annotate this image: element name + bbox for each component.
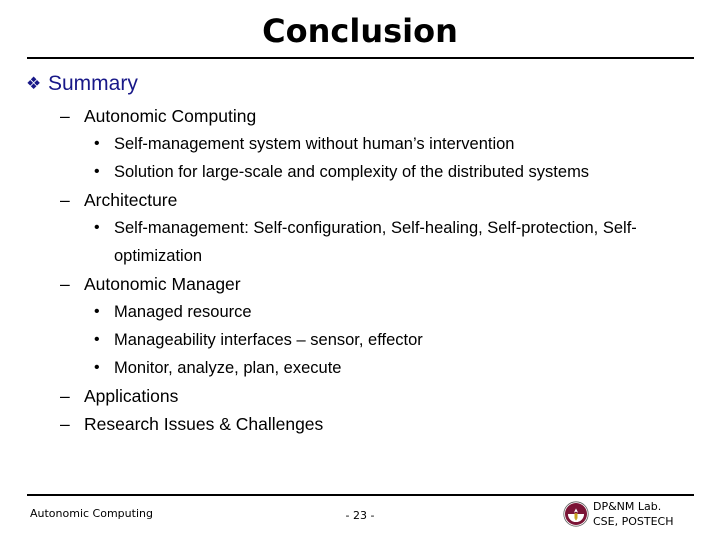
dot-bullet-icon: • xyxy=(94,163,100,180)
list-item: • Manageability interfaces – sensor, eff… xyxy=(26,326,698,354)
list-item-label: Solution for large-scale and complexity … xyxy=(114,163,590,181)
list-item-label: Architecture xyxy=(84,190,178,210)
slide-body: ❖ Summary – Autonomic Computing • Self-m… xyxy=(26,70,698,438)
dash-bullet-icon: – xyxy=(60,414,70,434)
dot-bullet-icon: • xyxy=(94,219,100,236)
list-item-label: Autonomic Computing xyxy=(84,106,257,126)
list-item: • Monitor, analyze, plan, execute xyxy=(26,354,698,382)
list-item-label: Applications xyxy=(84,386,179,406)
list-item-label: Autonomic Manager xyxy=(84,274,241,294)
list-item: – Autonomic Computing xyxy=(26,102,698,130)
dot-bullet-icon: • xyxy=(94,331,100,348)
list-item-label: Monitor, analyze, plan, execute xyxy=(114,359,342,377)
list-item-label: Research Issues & Challenges xyxy=(84,414,324,434)
footer-lab-info: DP&NM Lab. CSE, POSTECH xyxy=(563,499,703,529)
list-item-label: Self-management system without human’s i… xyxy=(114,135,515,153)
dot-bullet-icon: • xyxy=(94,303,100,320)
list-item: – Architecture xyxy=(26,186,698,214)
list-item-label: Managed resource xyxy=(114,303,252,321)
lab-line-2: CSE, POSTECH xyxy=(593,515,674,528)
outline-heading-label: Summary xyxy=(48,72,138,95)
list-item: • Self-management system without human’s… xyxy=(26,130,698,158)
postech-seal-icon xyxy=(563,501,589,527)
list-item: • Solution for large-scale and complexit… xyxy=(26,158,698,186)
diamond-bullet-icon: ❖ xyxy=(26,74,42,93)
page-title: Conclusion xyxy=(262,12,458,50)
outline-heading: ❖ Summary xyxy=(26,70,698,98)
footer-divider xyxy=(27,494,694,496)
dot-bullet-icon: • xyxy=(94,359,100,376)
list-item: • Managed resource xyxy=(26,298,698,326)
list-item: • Self-management: Self-configuration, S… xyxy=(26,214,698,270)
dash-bullet-icon: – xyxy=(60,274,70,294)
list-item: – Research Issues & Challenges xyxy=(26,410,698,438)
lab-line-1: DP&NM Lab. xyxy=(593,500,662,513)
dash-bullet-icon: – xyxy=(60,190,70,210)
title-divider xyxy=(27,57,694,59)
list-item: – Autonomic Manager xyxy=(26,270,698,298)
list-item-label: Self-management: Self-configuration, Sel… xyxy=(114,219,637,265)
list-item: – Applications xyxy=(26,382,698,410)
dash-bullet-icon: – xyxy=(60,386,70,406)
dot-bullet-icon: • xyxy=(94,135,100,152)
dash-bullet-icon: – xyxy=(60,106,70,126)
lab-name-block: DP&NM Lab. CSE, POSTECH xyxy=(593,499,674,529)
list-item-label: Manageability interfaces – sensor, effec… xyxy=(114,331,423,349)
slide-canvas: Conclusion ❖ Summary – Autonomic Computi… xyxy=(0,0,720,540)
